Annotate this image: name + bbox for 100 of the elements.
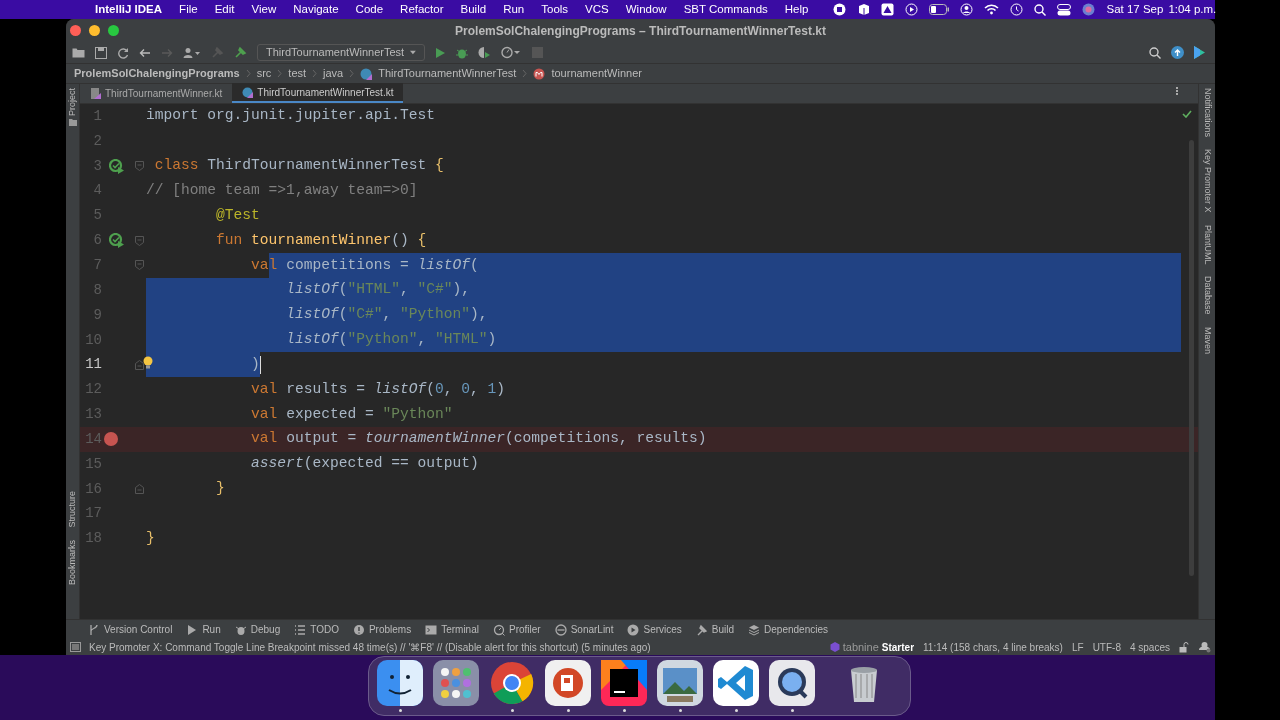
launchpad-icon[interactable] (433, 660, 479, 706)
menu-item[interactable]: Run (503, 0, 525, 19)
menu-bar-time[interactable]: 1:04 p.m. (1168, 0, 1217, 19)
menu-item[interactable]: Edit (214, 0, 235, 19)
folder-icon[interactable] (72, 47, 85, 58)
triangle-icon[interactable] (881, 3, 895, 16)
menu-bar-date[interactable]: Sat 17 Sep (1106, 0, 1164, 19)
tool-window-button[interactable]: Terminal (425, 622, 479, 637)
search-icon[interactable] (1034, 3, 1047, 16)
menu-item[interactable]: View (251, 0, 277, 19)
folder-icon[interactable] (68, 119, 77, 126)
user-dropdown-icon[interactable] (183, 46, 201, 59)
run-configuration-dropdown[interactable]: ThirdTournamentWinnerTest (257, 44, 425, 61)
tool-window-button[interactable]: SonarLint (554, 622, 614, 637)
stop-icon[interactable] (833, 3, 847, 16)
plan-label[interactable]: Starter (881, 639, 915, 655)
ide-icon[interactable] (601, 660, 647, 706)
code-line: val output = tournamentWinner(competitions, results) (250, 429, 707, 449)
tool-window-tab[interactable]: Bookmarks (66, 540, 80, 585)
run-test-icon[interactable] (109, 158, 125, 174)
clock-icon[interactable] (1010, 3, 1024, 16)
menu-item[interactable]: Navigate (293, 0, 339, 19)
tool-window-tab[interactable]: Key Promoter X (1200, 149, 1214, 213)
close-window-button[interactable] (70, 25, 81, 36)
menu-item[interactable]: Build (460, 0, 487, 19)
wifi-icon[interactable] (984, 4, 1000, 15)
line-number: 11 (84, 355, 102, 375)
tool-window-button[interactable]: Run (186, 622, 221, 637)
code-editor-icon[interactable] (713, 660, 759, 706)
tool-window-button[interactable]: Services (627, 622, 682, 637)
plugin-icon[interactable] (1194, 46, 1205, 59)
app-name[interactable]: IntelliJ IDEA (95, 0, 163, 19)
tool-window-tab[interactable]: Notifications (1200, 88, 1214, 138)
status-item[interactable]: UTF-8 (1092, 639, 1121, 655)
status-item[interactable]: 11:14 (158 chars, 4 line breaks) (923, 639, 1063, 655)
menu-item[interactable]: Tools (541, 0, 569, 19)
tool-window-tab[interactable]: Maven (1200, 326, 1214, 354)
tool-window-button[interactable]: Build (695, 622, 735, 637)
breadcrumb[interactable]: ProlemSolChalengingPrograms (74, 65, 240, 82)
tool-window-button[interactable]: Dependencies (748, 622, 828, 637)
scrollbar[interactable] (1189, 140, 1194, 576)
preview-icon[interactable] (657, 660, 703, 706)
menu-item[interactable]: VCS (585, 0, 609, 19)
menu-item[interactable]: Help (784, 0, 809, 19)
menu-item[interactable]: File (179, 0, 198, 19)
menu-item[interactable]: Refactor (400, 0, 444, 19)
running-indicator (566, 709, 570, 712)
tool-window-button[interactable]: Profiler (492, 622, 541, 637)
tool-window-tab[interactable]: Database (1200, 276, 1214, 315)
minimize-window-button[interactable] (89, 25, 100, 36)
hammer-icon[interactable] (234, 46, 247, 59)
control-center-icon[interactable] (1057, 3, 1072, 16)
running-indicator (790, 709, 794, 712)
presentation-app-icon[interactable] (545, 660, 591, 706)
status-item[interactable]: 4 spaces (1129, 639, 1170, 655)
tool-window-tab[interactable]: Project (66, 88, 80, 116)
editor-tab[interactable]: ThirdTournamentWinner.kt (80, 83, 233, 103)
update-icon[interactable] (1171, 46, 1184, 59)
breadcrumb[interactable]: test (288, 65, 307, 82)
method-icon[interactable] (533, 67, 546, 80)
tool-window-button[interactable]: TODO (294, 622, 339, 637)
menu-item[interactable]: SBT Commands (683, 0, 768, 19)
battery-icon[interactable] (929, 4, 950, 15)
breadcrumb[interactable]: tournamentWinner (551, 65, 642, 82)
breadcrumb[interactable]: ThirdTournamentWinnerTest (378, 65, 517, 82)
user-icon[interactable] (960, 3, 974, 16)
running-indicator (622, 709, 626, 712)
tool-window-button[interactable]: Problems (352, 622, 412, 637)
breadcrumb[interactable]: java (323, 65, 344, 82)
media-player-icon[interactable] (769, 660, 815, 706)
cube-icon[interactable] (857, 3, 871, 16)
back-arrow-icon[interactable] (139, 47, 151, 58)
lightbulb-icon[interactable] (143, 355, 153, 369)
menu-item[interactable]: Code (355, 0, 384, 19)
refresh-icon[interactable] (117, 46, 129, 59)
tool-window-tab[interactable]: Structure (66, 491, 80, 528)
menu-item[interactable]: Window (625, 0, 667, 19)
zoom-window-button[interactable] (108, 25, 119, 36)
code-line: val expected = "Python" (250, 404, 453, 424)
finder-icon[interactable] (377, 660, 423, 706)
class-icon[interactable] (360, 67, 373, 80)
caret-icon[interactable] (410, 50, 416, 55)
tool-window-tab[interactable]: PlantUML (1200, 224, 1214, 265)
panel-icon[interactable] (70, 642, 81, 652)
save-icon[interactable] (95, 46, 107, 59)
profiler-icon[interactable] (501, 46, 521, 59)
tool-window-button[interactable]: Version Control (88, 622, 173, 637)
run-icon[interactable] (435, 46, 446, 59)
breadcrumb[interactable]: src (256, 65, 272, 82)
coverage-icon[interactable] (478, 46, 491, 59)
play-circle-icon[interactable] (905, 3, 919, 16)
breakpoint-icon[interactable] (104, 432, 118, 447)
tool-window-button[interactable]: Debug (234, 622, 281, 637)
search-icon[interactable] (1149, 46, 1161, 59)
chrome-icon[interactable] (489, 660, 535, 706)
editor-tab[interactable]: ThirdTournamentWinnerTest.kt (232, 83, 404, 103)
code-line: assert(expected == output) (250, 454, 479, 474)
lock-icon[interactable] (1179, 641, 1189, 653)
run-test-icon[interactable] (109, 233, 125, 249)
status-item[interactable]: LF (1071, 639, 1084, 655)
